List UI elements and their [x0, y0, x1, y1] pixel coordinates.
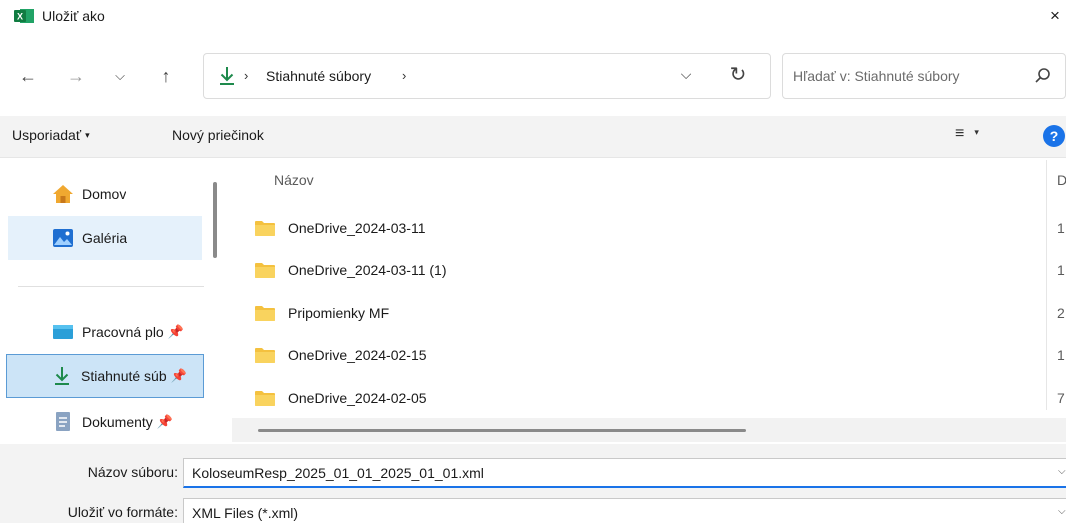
- sidebar-item-label: Galéria: [82, 230, 128, 246]
- command-bar: Usporiadať ▾ Nový priečinok ≡ ▾ ?: [0, 116, 1066, 158]
- documents-icon: [52, 411, 74, 433]
- folder-icon: [255, 306, 275, 321]
- chevron-down-icon: ▾: [85, 130, 90, 140]
- list-item[interactable]: Pripomienky MF: [254, 293, 1054, 333]
- file-date: 1: [1057, 347, 1065, 363]
- search-icon[interactable]: [1033, 66, 1053, 86]
- chevron-down-icon: ▾: [974, 127, 979, 137]
- file-date: 1: [1057, 262, 1065, 278]
- folder-icon: [255, 263, 275, 278]
- sidebar-item-documents[interactable]: Dokumenty 📌: [8, 400, 202, 444]
- window-title: Uložiť ako: [42, 8, 105, 24]
- filename-label: Názov súboru:: [87, 464, 178, 480]
- recent-locations-button[interactable]: ⌵: [104, 60, 136, 92]
- navigation-pane: Domov Galéria Pracovná plo 📌 Stiahnuté s…: [0, 160, 232, 442]
- file-name: Pripomienky MF: [288, 305, 390, 321]
- sidebar-item-home[interactable]: Domov: [8, 172, 202, 216]
- save-options-panel: Názov súboru: KoloseumResp_2025_01_01_20…: [0, 444, 1066, 523]
- scrollbar-thumb[interactable]: [258, 429, 746, 432]
- chevron-down-icon[interactable]: ⌵: [1058, 466, 1066, 477]
- folder-icon: [255, 391, 275, 406]
- close-button[interactable]: ×: [1050, 6, 1066, 28]
- file-date: 1: [1057, 220, 1065, 236]
- address-dropdown-button[interactable]: ⌵: [674, 66, 698, 88]
- download-icon: [220, 67, 234, 85]
- new-folder-button[interactable]: Nový priečinok: [172, 127, 264, 143]
- breadcrumb-downloads[interactable]: Stiahnuté súbory: [266, 68, 371, 84]
- refresh-button[interactable]: ↻: [724, 62, 752, 90]
- pin-icon[interactable]: 📌: [168, 324, 184, 340]
- sidebar-item-downloads[interactable]: Stiahnuté súb 📌: [6, 354, 204, 398]
- sidebar-item-label: Pracovná plo: [82, 324, 164, 340]
- format-select[interactable]: XML Files (*.xml) ⌵: [183, 498, 1066, 523]
- address-bar[interactable]: › Stiahnuté súbory › ⌵ ↻: [203, 53, 771, 99]
- title-bar: X Uložiť ako ×: [0, 0, 1066, 36]
- search-placeholder: Hľadať v: Stiahnuté súbory: [793, 68, 960, 84]
- format-label: Uložiť vo formáte:: [67, 504, 178, 520]
- search-input[interactable]: Hľadať v: Stiahnuté súbory: [782, 53, 1066, 99]
- file-name: OneDrive_2024-03-11: [288, 220, 426, 236]
- organize-label: Usporiadať: [12, 127, 82, 143]
- filename-field[interactable]: KoloseumResp_2025_01_01_2025_01_01.xml ⌵: [183, 458, 1066, 488]
- folder-icon: [255, 348, 275, 363]
- file-date: 7: [1057, 390, 1065, 406]
- folder-icon: [255, 221, 275, 236]
- file-name: OneDrive_2024-03-11 (1): [288, 262, 447, 278]
- sidebar-scrollbar[interactable]: [213, 182, 217, 258]
- file-list: Názov D OneDrive_2024-03-11 1 OneDrive_2…: [232, 160, 1066, 442]
- column-header-date[interactable]: D: [1057, 172, 1066, 188]
- format-value[interactable]: XML Files (*.xml): [192, 505, 298, 521]
- navigation-bar: ← → ⌵ ↑ › Stiahnuté súbory › ⌵ ↻ Hľadať …: [0, 48, 1066, 104]
- excel-icon: X: [14, 9, 34, 23]
- list-item[interactable]: OneDrive_2024-02-15: [254, 335, 1054, 375]
- sidebar-item-desktop[interactable]: Pracovná plo 📌: [8, 310, 202, 354]
- sidebar-item-label: Domov: [82, 186, 127, 202]
- forward-button[interactable]: →: [60, 60, 92, 92]
- sidebar-item-gallery[interactable]: Galéria: [8, 216, 202, 260]
- sidebar-divider: [18, 286, 204, 287]
- file-name: OneDrive_2024-02-05: [288, 390, 427, 406]
- view-options-button[interactable]: ≡ ▾: [955, 125, 979, 143]
- list-item[interactable]: OneDrive_2024-02-05: [254, 378, 1054, 418]
- file-date: 2: [1057, 305, 1065, 321]
- gallery-icon: [52, 227, 74, 249]
- svg-text:X: X: [17, 12, 23, 22]
- list-item[interactable]: OneDrive_2024-03-11: [254, 208, 1054, 248]
- file-name: OneDrive_2024-02-15: [288, 347, 427, 363]
- list-item[interactable]: OneDrive_2024-03-11 (1): [254, 250, 1054, 290]
- column-header-name[interactable]: Názov: [274, 172, 314, 188]
- home-icon: [52, 183, 74, 205]
- sidebar-item-label: Stiahnuté súb: [81, 368, 167, 384]
- list-view-icon: ≡: [955, 125, 965, 142]
- download-icon: [51, 365, 73, 387]
- organize-button[interactable]: Usporiadať ▾: [12, 127, 90, 143]
- chevron-down-icon[interactable]: ⌵: [1058, 506, 1066, 517]
- desktop-icon: [52, 321, 74, 343]
- breadcrumb-separator[interactable]: ›: [402, 68, 406, 83]
- pin-icon[interactable]: 📌: [157, 414, 173, 430]
- breadcrumb-separator: ›: [244, 68, 249, 83]
- help-icon[interactable]: ?: [1043, 125, 1065, 147]
- sidebar-item-label: Dokumenty: [82, 414, 153, 430]
- pin-icon[interactable]: 📌: [171, 368, 187, 384]
- horizontal-scrollbar[interactable]: [232, 418, 1066, 442]
- back-button[interactable]: ←: [12, 60, 44, 92]
- filename-value[interactable]: KoloseumResp_2025_01_01_2025_01_01.xml: [192, 465, 484, 481]
- up-button[interactable]: ↑: [150, 60, 182, 92]
